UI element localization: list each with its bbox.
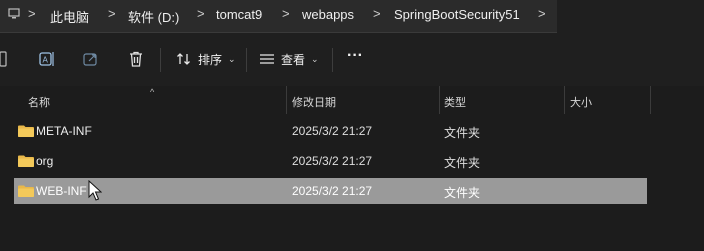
file-row-selected[interactable]: WEB-INF 2025/3/2 21:27 文件夹 xyxy=(14,178,647,204)
computer-icon xyxy=(8,8,20,19)
folder-icon xyxy=(18,125,34,137)
toolbar-divider xyxy=(332,48,333,72)
folder-icon xyxy=(18,185,34,197)
rename-icon[interactable]: A xyxy=(38,50,56,68)
file-type: 文件夹 xyxy=(444,156,481,170)
sort-icon xyxy=(177,53,190,65)
breadcrumb-separator[interactable]: > xyxy=(197,6,205,21)
file-modified-date: 2025/3/2 21:27 xyxy=(292,184,373,198)
column-divider[interactable] xyxy=(439,86,440,114)
breadcrumb-this-pc[interactable]: 此电脑 xyxy=(50,7,89,26)
delete-icon[interactable] xyxy=(127,50,145,68)
breadcrumb-webapps[interactable]: webapps xyxy=(302,7,354,22)
view-label: 查看 xyxy=(281,52,306,67)
more-options-button[interactable]: ··· xyxy=(347,45,363,67)
chevron-down-icon: ⌄ xyxy=(311,53,319,64)
column-divider[interactable] xyxy=(286,86,287,114)
sort-caret-icon: ^ xyxy=(150,87,155,97)
command-bar: A 排序 ⌄ 查看 ⌄ ··· xyxy=(0,34,704,87)
column-header-name[interactable]: 名称 xyxy=(28,94,50,110)
file-modified-date: 2025/3/2 21:27 xyxy=(292,154,373,168)
breadcrumb-separator[interactable]: > xyxy=(282,6,290,21)
column-header-modified[interactable]: 修改日期 xyxy=(292,94,336,110)
breadcrumb-separator[interactable]: > xyxy=(28,6,36,21)
column-divider[interactable] xyxy=(564,86,565,114)
file-row[interactable]: org 2025/3/2 21:27 文件夹 xyxy=(14,148,647,174)
breadcrumb-tomcat9[interactable]: tomcat9 xyxy=(216,7,262,22)
view-icon xyxy=(260,54,274,64)
column-divider[interactable] xyxy=(650,86,651,114)
file-name: WEB-INF xyxy=(36,184,87,198)
breadcrumb-springbootsecurity51[interactable]: SpringBootSecurity51 xyxy=(394,7,520,22)
file-name: org xyxy=(36,154,54,168)
breadcrumb-separator[interactable]: > xyxy=(373,6,381,21)
file-type: 文件夹 xyxy=(444,186,481,200)
toolbar-divider xyxy=(246,48,247,72)
toolbar-divider xyxy=(160,48,161,72)
address-bar: > 此电脑 > 软件 (D:) > tomcat9 > webapps > Sp… xyxy=(0,0,704,34)
breadcrumb-separator[interactable]: > xyxy=(108,6,116,21)
view-button[interactable]: 查看 ⌄ xyxy=(259,48,319,70)
copy-icon[interactable] xyxy=(0,48,8,70)
chevron-down-icon: ⌄ xyxy=(228,53,236,64)
mouse-cursor-icon xyxy=(88,180,102,201)
more-icon: ··· xyxy=(347,47,363,64)
share-icon[interactable] xyxy=(82,50,100,68)
column-header-type[interactable]: 类型 xyxy=(444,94,466,110)
column-header-size[interactable]: 大小 xyxy=(570,94,592,110)
sort-label: 排序 xyxy=(198,52,223,67)
file-name: META-INF xyxy=(36,124,92,138)
svg-text:A: A xyxy=(43,56,49,65)
file-row[interactable]: META-INF 2025/3/2 21:27 文件夹 xyxy=(14,118,647,144)
folder-icon xyxy=(18,155,34,167)
breadcrumb-drive-d[interactable]: 软件 (D:) xyxy=(128,7,179,26)
breadcrumb[interactable]: > 此电脑 > 软件 (D:) > tomcat9 > webapps > Sp… xyxy=(0,0,557,33)
column-header-row: ^ 名称 修改日期 类型 大小 xyxy=(0,86,704,114)
file-type: 文件夹 xyxy=(444,126,481,140)
breadcrumb-separator[interactable]: > xyxy=(538,6,546,21)
sort-button[interactable]: 排序 ⌄ xyxy=(176,48,236,70)
file-modified-date: 2025/3/2 21:27 xyxy=(292,124,373,138)
